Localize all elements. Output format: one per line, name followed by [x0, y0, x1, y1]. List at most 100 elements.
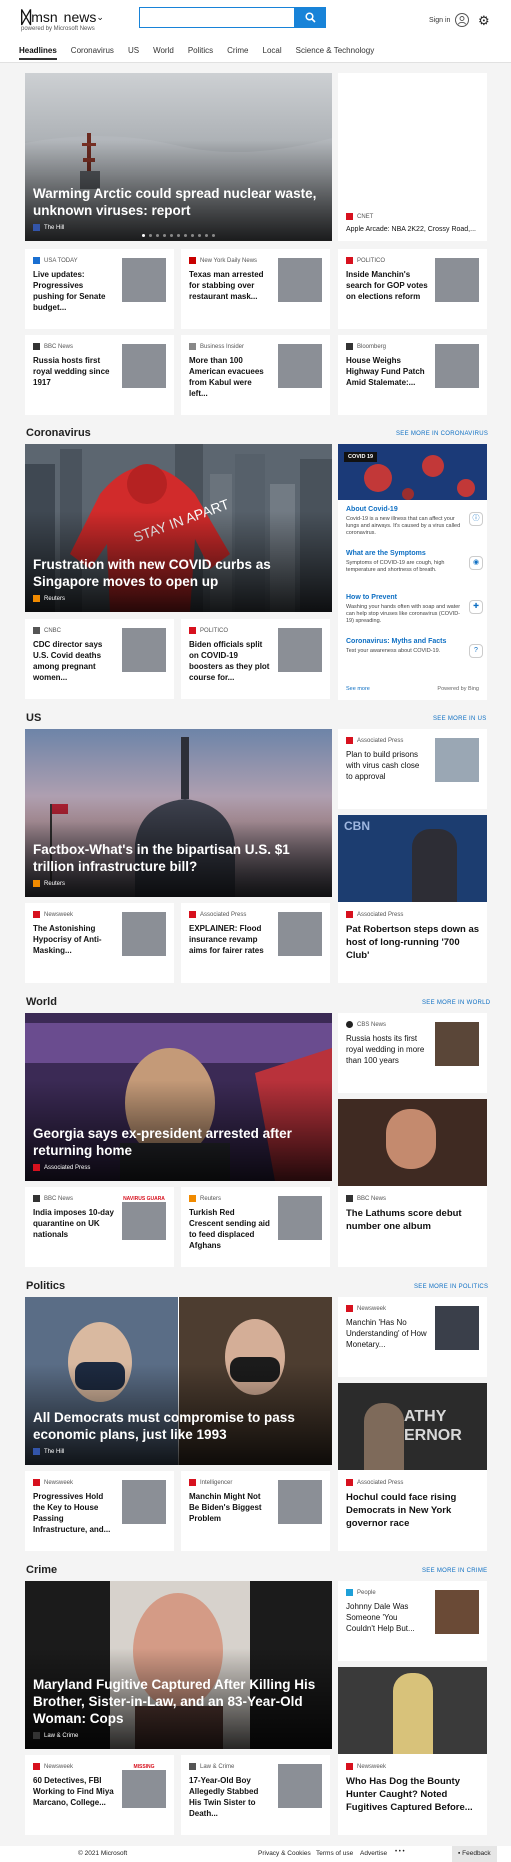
news-card[interactable]: Reuters Turkish Red Crescent sending aid …: [181, 1187, 330, 1267]
msn-logo[interactable]: ᛞmsn news⌄: [21, 8, 104, 28]
us-side-top-card[interactable]: Associated Press Plan to build prisons w…: [338, 729, 487, 809]
gear-icon[interactable]: ⚙: [478, 13, 490, 29]
card-title[interactable]: Hochul could face rising Democrats in Ne…: [346, 1491, 482, 1530]
card-title[interactable]: House Weighs Highway Fund Patch Amid Sta…: [346, 355, 428, 388]
us-hero-card[interactable]: Factbox-What's in the bipartisan U.S. $1…: [25, 729, 332, 897]
card-title[interactable]: Russia hosts first royal wedding since 1…: [33, 355, 115, 388]
card-title[interactable]: Turkish Red Crescent sending aid to feed…: [189, 1207, 271, 1251]
card-title[interactable]: Manchin Might Not Be Biden's Biggest Pro…: [189, 1491, 271, 1524]
card-title[interactable]: Russia hosts its first royal wedding in …: [346, 1033, 428, 1066]
see-more-us[interactable]: SEE MORE IN US: [433, 716, 487, 722]
news-card[interactable]: BBC News India imposes 10-day quarantine …: [25, 1187, 174, 1267]
card-title[interactable]: The Lathums score debut number one album: [346, 1207, 482, 1233]
card-title[interactable]: Inside Manchin's search for GOP votes on…: [346, 269, 428, 302]
world-side-big-card[interactable]: BBC News The Lathums score debut number …: [338, 1099, 487, 1267]
news-card[interactable]: Associated Press EXPLAINER: Flood insuran…: [181, 903, 330, 983]
news-card[interactable]: Newsweek 60 Detectives, FBI Working to Fi…: [25, 1755, 174, 1835]
card-title[interactable]: The Astonishing Hypocrisy of Anti-Maskin…: [33, 923, 115, 956]
hochul-banner: ATHY ERNOR: [404, 1408, 462, 1444]
carousel-dots[interactable]: [25, 234, 332, 237]
search-button[interactable]: [294, 7, 326, 28]
search-input[interactable]: [139, 7, 294, 28]
hero-title[interactable]: Maryland Fugitive Captured After Killing…: [33, 1676, 324, 1727]
world-hero-card[interactable]: Georgia says ex-president arrested after…: [25, 1013, 332, 1181]
covid-info-item[interactable]: What are the Symptoms Symptoms of COVID-1…: [346, 550, 483, 574]
headline-side-card[interactable]: CNET Apple Arcade: NBA 2K22, Crossy Road…: [338, 73, 487, 241]
covid-info-item[interactable]: Coronavirus: Myths and Facts Test your aw…: [346, 638, 483, 658]
card-title[interactable]: 60 Detectives, FBI Working to Find Miya …: [33, 1775, 115, 1808]
world-side-top-card[interactable]: CBS News Russia hosts its first royal we…: [338, 1013, 487, 1093]
news-card[interactable]: Bloomberg House Weighs Highway Fund Patch…: [338, 335, 487, 415]
nav-tab[interactable]: Headlines: [19, 46, 57, 60]
hero-title[interactable]: All Democrats must compromise to pass ec…: [33, 1409, 324, 1443]
nav-tab[interactable]: Coronavirus: [71, 46, 114, 60]
covid-item-title[interactable]: How to Prevent: [346, 594, 481, 601]
news-card[interactable]: Intelligencer Manchin Might Not Be Biden'…: [181, 1471, 330, 1551]
card-title[interactable]: Texas man arrested for stabbing over res…: [189, 269, 271, 302]
crime-hero-card[interactable]: Maryland Fugitive Captured After Killing…: [25, 1581, 332, 1749]
covid-see-more-link[interactable]: See more: [346, 686, 370, 692]
politics-side-top-card[interactable]: Newsweek Manchin 'Has No Understanding' …: [338, 1297, 487, 1377]
card-title[interactable]: EXPLAINER: Flood insurance revamp aims f…: [189, 923, 271, 956]
see-more-politics[interactable]: SEE MORE IN POLITICS: [414, 1284, 488, 1290]
news-card[interactable]: POLITICO Inside Manchin's search for GOP …: [338, 249, 487, 329]
nav-tab[interactable]: Politics: [188, 46, 213, 60]
news-card[interactable]: New York Daily News Texas man arrested fo…: [181, 249, 330, 329]
card-title[interactable]: Progressives Hold the Key to House Passi…: [33, 1491, 115, 1535]
source-name: Associated Press: [357, 1479, 404, 1486]
more-options-icon[interactable]: • • •: [395, 1849, 405, 1855]
coronavirus-hero-card[interactable]: STAY IN APART Frustration with new COVID…: [25, 444, 332, 612]
sign-in-link[interactable]: Sign in: [429, 17, 450, 24]
nav-tab[interactable]: US: [128, 46, 139, 60]
card-title[interactable]: Live updates: Progressives pushing for S…: [33, 269, 115, 313]
covid-item-title[interactable]: What are the Symptoms: [346, 550, 481, 557]
covid-info-item[interactable]: How to Prevent Washing your hands often w…: [346, 594, 483, 625]
card-title[interactable]: CDC director says U.S. Covid deaths amon…: [33, 639, 115, 683]
card-title[interactable]: Plan to build prisons with virus cash cl…: [346, 749, 428, 782]
footer-link[interactable]: Advertise: [360, 1850, 387, 1857]
news-card[interactable]: Law & Crime 17-Year-Old Boy Allegedly Sta…: [181, 1755, 330, 1835]
card-title[interactable]: More than 100 American evacuees from Kab…: [189, 355, 271, 399]
see-more-coronavirus[interactable]: SEE MORE IN CORONAVIRUS: [396, 431, 488, 437]
headline-hero-card[interactable]: Warming Arctic could spread nuclear wast…: [25, 73, 332, 241]
see-more-crime[interactable]: SEE MORE IN CRIME: [422, 1568, 487, 1574]
covid-item-title[interactable]: Coronavirus: Myths and Facts: [346, 638, 481, 645]
see-more-world[interactable]: SEE MORE IN WORLD: [422, 1000, 490, 1006]
news-card[interactable]: Business Insider More than 100 American e…: [181, 335, 330, 415]
nav-tab[interactable]: Local: [263, 46, 282, 60]
covid-info-item[interactable]: About Covid-19 Covid-19 is a new illness …: [346, 506, 483, 537]
news-card[interactable]: Newsweek Progressives Hold the Key to Hou…: [25, 1471, 174, 1551]
card-title[interactable]: Who Has Dog the Bounty Hunter Caught? No…: [346, 1775, 482, 1814]
card-title[interactable]: Apple Arcade: NBA 2K22, Crossy Road,...: [346, 224, 482, 235]
politics-hero-card[interactable]: All Democrats must compromise to pass ec…: [25, 1297, 332, 1465]
card-title[interactable]: Johnny Dale Was Someone 'You Couldn't He…: [346, 1601, 428, 1634]
nav-tab[interactable]: Crime: [227, 46, 248, 60]
us-side-big-card[interactable]: CBN Associated Press Pat Robertson steps…: [338, 815, 487, 983]
card-title[interactable]: Pat Robertson steps down as host of long…: [346, 923, 482, 962]
news-card[interactable]: BBC News Russia hosts first royal wedding…: [25, 335, 174, 415]
crime-side-big-card[interactable]: Newsweek Who Has Dog the Bounty Hunter C…: [338, 1667, 487, 1835]
nav-tab[interactable]: Science & Technology: [296, 46, 375, 60]
news-card[interactable]: CNBC CDC director says U.S. Covid deaths …: [25, 619, 174, 699]
hero-title[interactable]: Frustration with new COVID curbs as Sing…: [33, 556, 324, 590]
card-source: Associated Press: [346, 911, 403, 918]
card-title[interactable]: Manchin 'Has No Understanding' of How Mo…: [346, 1317, 428, 1350]
hero-title[interactable]: Warming Arctic could spread nuclear wast…: [33, 185, 324, 219]
hero-title[interactable]: Georgia says ex-president arrested after…: [33, 1125, 324, 1159]
user-avatar-icon[interactable]: [455, 13, 469, 27]
hero-title[interactable]: Factbox-What's in the bipartisan U.S. $1…: [33, 841, 324, 875]
crime-side-top-card[interactable]: People Johnny Dale Was Someone 'You Coul…: [338, 1581, 487, 1661]
card-title[interactable]: Biden officials split on COVID-19 booste…: [189, 639, 271, 683]
footer-link[interactable]: Privacy & Cookies: [258, 1850, 311, 1857]
covid-item-title[interactable]: About Covid-19: [346, 506, 481, 513]
card-title[interactable]: 17-Year-Old Boy Allegedly Stabbed His Tw…: [189, 1775, 271, 1819]
card-title[interactable]: India imposes 10-day quarantine on UK na…: [33, 1207, 115, 1240]
news-card[interactable]: POLITICO Biden officials split on COVID-1…: [181, 619, 330, 699]
chevron-down-icon[interactable]: ⌄: [96, 12, 104, 22]
politics-side-big-card[interactable]: ATHY ERNOR Associated Press Hochul could…: [338, 1383, 487, 1551]
news-card[interactable]: Newsweek The Astonishing Hypocrisy of Ant…: [25, 903, 174, 983]
news-card[interactable]: USA TODAY Live updates: Progressives push…: [25, 249, 174, 329]
nav-tab[interactable]: World: [153, 46, 174, 60]
footer-link[interactable]: Terms of use: [316, 1850, 353, 1857]
feedback-button[interactable]: ▪ Feedback: [452, 1846, 497, 1862]
